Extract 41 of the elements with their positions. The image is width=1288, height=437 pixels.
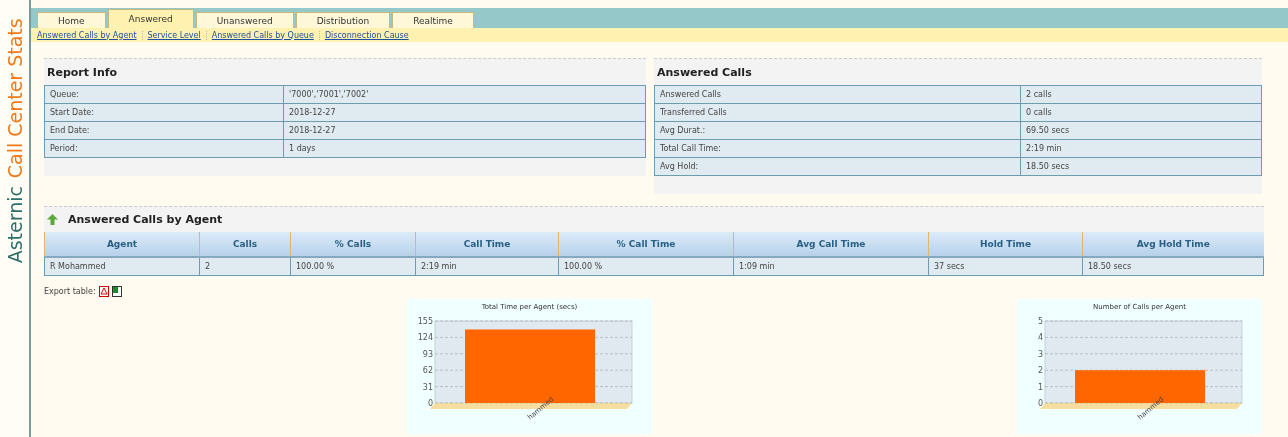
brand-logo: Asternic Call Center Stats bbox=[3, 18, 26, 264]
tab[interactable]: Home bbox=[37, 12, 106, 28]
tab[interactable]: Unanswered bbox=[195, 12, 294, 28]
column-header: % Call Time bbox=[558, 232, 734, 257]
section-title: Answered Calls by Agent bbox=[68, 213, 223, 226]
tick-label: 1 bbox=[1037, 382, 1043, 392]
tick-label: 93 bbox=[422, 349, 433, 359]
column-header: % Calls bbox=[290, 232, 416, 257]
tick-label: 3 bbox=[1037, 349, 1043, 359]
up-arrow-icon[interactable] bbox=[47, 214, 58, 225]
tick-label: 0 bbox=[427, 399, 433, 408]
tab[interactable]: Answered bbox=[107, 9, 194, 28]
field-value: '7000','7001','7002' bbox=[283, 85, 646, 104]
panel-title: Report Info bbox=[46, 65, 119, 81]
column-header: Call Time bbox=[415, 232, 559, 257]
subnav-link[interactable]: Answered Calls by Queue bbox=[206, 30, 320, 40]
tick-label: 0 bbox=[1037, 399, 1043, 408]
panel-title: Answered Calls bbox=[656, 65, 753, 81]
column-header: Calls bbox=[199, 232, 291, 257]
column-header: Avg Call Time bbox=[733, 232, 929, 257]
tick-label: 4 bbox=[1037, 333, 1043, 343]
tab[interactable]: Realtime bbox=[392, 12, 474, 28]
column-header: Hold Time bbox=[928, 232, 1083, 257]
pdf-icon[interactable] bbox=[98, 286, 109, 297]
column-header: Avg Hold Time bbox=[1082, 232, 1264, 257]
subnav-link[interactable]: Disconnection Cause bbox=[319, 30, 414, 40]
tick-label: 155 bbox=[417, 317, 433, 326]
field-label: Answered Calls bbox=[654, 85, 1021, 104]
excel-icon[interactable] bbox=[111, 286, 122, 297]
tab[interactable]: Distribution bbox=[295, 12, 391, 28]
tick-label: 2 bbox=[1037, 366, 1043, 376]
tick-label: 31 bbox=[422, 382, 433, 392]
field-value: 2 calls bbox=[1020, 85, 1262, 104]
tick-label: 124 bbox=[417, 333, 433, 343]
column-header: Agent bbox=[44, 232, 200, 257]
field-label: Queue: bbox=[44, 85, 284, 104]
export-label: Export table: bbox=[44, 287, 96, 296]
subnav-link[interactable]: Service Level bbox=[142, 30, 207, 40]
tick-label: 62 bbox=[422, 366, 433, 376]
tick-label: 5 bbox=[1037, 317, 1043, 326]
subnav-link[interactable]: Answered Calls by Agent bbox=[37, 30, 143, 40]
